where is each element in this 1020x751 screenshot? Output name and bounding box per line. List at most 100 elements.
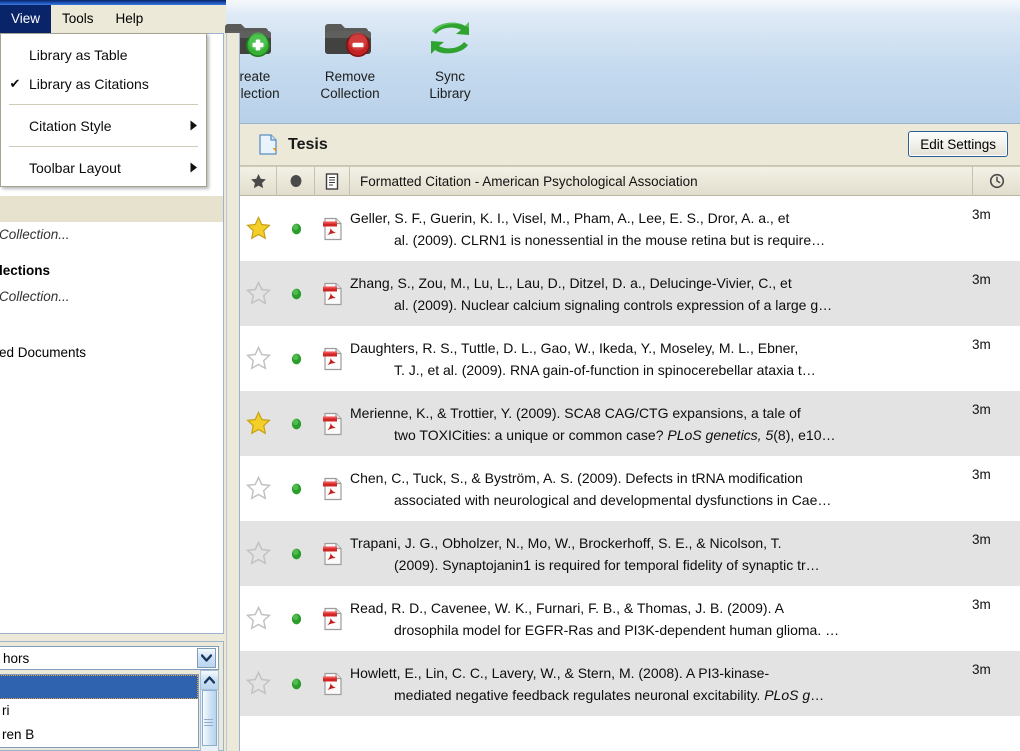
table-row[interactable]: Geller, S. F., Guerin, K. I., Visel, M.,… — [240, 196, 1020, 261]
sidebar-item-create-collection[interactable]: Collection... — [0, 222, 223, 248]
menu-item-label: Library as Table — [29, 46, 128, 63]
table-row[interactable]: Howlett, E., Lin, C. C., Lavery, W., & S… — [240, 651, 1020, 716]
sync-library-label-2: Library — [429, 86, 471, 101]
sidebar-item-deleted-documents[interactable]: ed Documents — [0, 340, 223, 366]
citation-text: Geller, S. F., Guerin, K. I., Visel, M.,… — [350, 209, 826, 248]
favorite-star-icon[interactable] — [240, 651, 277, 716]
read-status-dot-icon[interactable] — [277, 391, 315, 456]
favorite-star-icon[interactable] — [240, 261, 277, 326]
column-header-added-clock[interactable] — [972, 166, 1020, 196]
sidebar-item-selected-collection[interactable] — [0, 196, 223, 222]
menu-item-toolbar-layout[interactable]: Toolbar Layout — [1, 153, 206, 182]
citation-cell[interactable]: Geller, S. F., Guerin, K. I., Visel, M.,… — [350, 196, 972, 261]
list-item[interactable] — [0, 675, 198, 699]
edit-settings-button[interactable]: Edit Settings — [908, 131, 1008, 157]
column-header-document[interactable] — [315, 166, 350, 196]
pdf-file-icon[interactable] — [315, 456, 350, 521]
pdf-file-icon[interactable] — [315, 651, 350, 716]
menu-tools[interactable]: Tools — [51, 5, 105, 33]
added-time: 3m — [972, 532, 991, 547]
mendeley-window: View Tools Help rom on — [0, 0, 1020, 751]
citation-text: Merienne, K., & Trottier, Y. (2009). SCA… — [350, 404, 836, 443]
scroll-up-icon[interactable] — [201, 671, 218, 690]
added-time: 3m — [972, 272, 991, 287]
chevron-right-icon — [182, 120, 206, 131]
read-status-dot-icon[interactable] — [277, 456, 315, 521]
sidebar-group-collections: lections — [0, 263, 51, 278]
folder-icon — [258, 133, 278, 156]
pdf-file-icon[interactable] — [315, 586, 350, 651]
favorite-star-icon[interactable] — [240, 196, 277, 261]
column-header-read[interactable] — [277, 166, 315, 196]
remove-collection-button[interactable]: Remove Collection — [300, 8, 400, 102]
citation-text: Daughters, R. S., Tuttle, D. L., Gao, W.… — [350, 339, 816, 378]
column-header-star[interactable] — [240, 166, 277, 196]
toolbar: rom on — [172, 0, 1020, 126]
read-status-dot-icon[interactable] — [277, 586, 315, 651]
citation-text: Howlett, E., Lin, C. C., Lavery, W., & S… — [350, 664, 825, 703]
citation-cell[interactable]: Chen, C., Tuck, S., & Byström, A. S. (20… — [350, 456, 972, 521]
list-item[interactable]: ri — [0, 699, 198, 723]
favorite-star-icon[interactable] — [240, 326, 277, 391]
view-dropdown-menu[interactable]: Library as Table ✔ Library as Citations … — [0, 33, 207, 187]
menu-item-citation-style[interactable]: Citation Style — [1, 111, 206, 140]
author-filter-list[interactable]: ri ren B — [0, 674, 199, 748]
read-status-dot-icon[interactable] — [277, 651, 315, 716]
pdf-file-icon[interactable] — [315, 391, 350, 456]
read-status-dot-icon[interactable] — [277, 326, 315, 391]
citation-cell[interactable]: Trapani, J. G., Obholzer, N., Mo, W., Br… — [350, 521, 972, 586]
menu-help[interactable]: Help — [105, 5, 155, 33]
favorite-star-icon[interactable] — [240, 391, 277, 456]
citation-list[interactable]: Geller, S. F., Guerin, K. I., Visel, M.,… — [240, 196, 1020, 751]
author-filter-panel: hors ri ren B — [0, 641, 224, 751]
table-row[interactable]: Daughters, R. S., Tuttle, D. L., Gao, W.… — [240, 326, 1020, 391]
chevron-down-icon[interactable] — [197, 648, 216, 668]
citation-text: Trapani, J. G., Obholzer, N., Mo, W., Br… — [350, 534, 820, 573]
scrollbar-thumb[interactable] — [202, 690, 217, 746]
citation-cell[interactable]: Merienne, K., & Trottier, Y. (2009). SCA… — [350, 391, 972, 456]
pdf-file-icon[interactable] — [315, 261, 350, 326]
list-item[interactable]: ren B — [0, 723, 198, 747]
menu-separator — [9, 104, 198, 105]
table-row[interactable]: Read, R. D., Cavenee, W. K., Furnari, F.… — [240, 586, 1020, 651]
sync-library-button[interactable]: Sync Library — [400, 8, 500, 102]
table-row[interactable]: Zhang, S., Zou, M., Lu, L., Lau, D., Dit… — [240, 261, 1020, 326]
document-panel: Tesis Edit Settings Formatted Citation -… — [240, 124, 1020, 751]
pdf-file-icon[interactable] — [315, 521, 350, 586]
panel-splitter[interactable] — [226, 33, 240, 751]
scrollbar-grip — [204, 719, 213, 720]
remove-collection-label-2: Collection — [320, 86, 380, 101]
page-title: Tesis — [288, 135, 328, 153]
table-row[interactable]: Trapani, J. G., Obholzer, N., Mo, W., Br… — [240, 521, 1020, 586]
menu-item-library-as-table[interactable]: Library as Table — [1, 40, 206, 69]
table-row[interactable]: Chen, C., Tuck, S., & Byström, A. S. (20… — [240, 456, 1020, 521]
menu-item-label: Citation Style — [29, 117, 112, 134]
column-header-citation[interactable]: Formatted Citation - American Psychologi… — [350, 166, 972, 196]
citation-cell[interactable]: Daughters, R. S., Tuttle, D. L., Gao, W.… — [350, 326, 972, 391]
table-row[interactable]: Merienne, K., & Trottier, Y. (2009). SCA… — [240, 391, 1020, 456]
menu-item-library-as-citations[interactable]: ✔ Library as Citations — [1, 69, 206, 98]
favorite-star-icon[interactable] — [240, 521, 277, 586]
filter-by-dropdown[interactable]: hors — [0, 646, 219, 670]
citation-text: Chen, C., Tuck, S., & Byström, A. S. (20… — [350, 469, 832, 508]
sidebar-item-create-group-collection[interactable]: Collection... — [0, 284, 223, 310]
read-status-dot-icon[interactable] — [277, 261, 315, 326]
citation-cell[interactable]: Howlett, E., Lin, C. C., Lavery, W., & S… — [350, 651, 972, 716]
citation-cell[interactable]: Zhang, S., Zou, M., Lu, L., Lau, D., Dit… — [350, 261, 972, 326]
pdf-file-icon[interactable] — [315, 326, 350, 391]
menu-view[interactable]: View — [0, 5, 52, 33]
read-status-dot-icon[interactable] — [277, 521, 315, 586]
author-filter-scrollbar[interactable] — [200, 670, 219, 751]
citation-cell[interactable]: Read, R. D., Cavenee, W. K., Furnari, F.… — [350, 586, 972, 651]
read-status-dot-icon[interactable] — [277, 196, 315, 261]
pdf-file-icon[interactable] — [315, 196, 350, 261]
remove-collection-label-1: Remove — [324, 69, 376, 84]
column-header-bar: Formatted Citation - American Psychologi… — [240, 166, 1020, 196]
favorite-star-icon[interactable] — [240, 456, 277, 521]
remove-collection-icon — [324, 8, 376, 68]
added-time: 3m — [972, 597, 991, 612]
favorite-star-icon[interactable] — [240, 586, 277, 651]
